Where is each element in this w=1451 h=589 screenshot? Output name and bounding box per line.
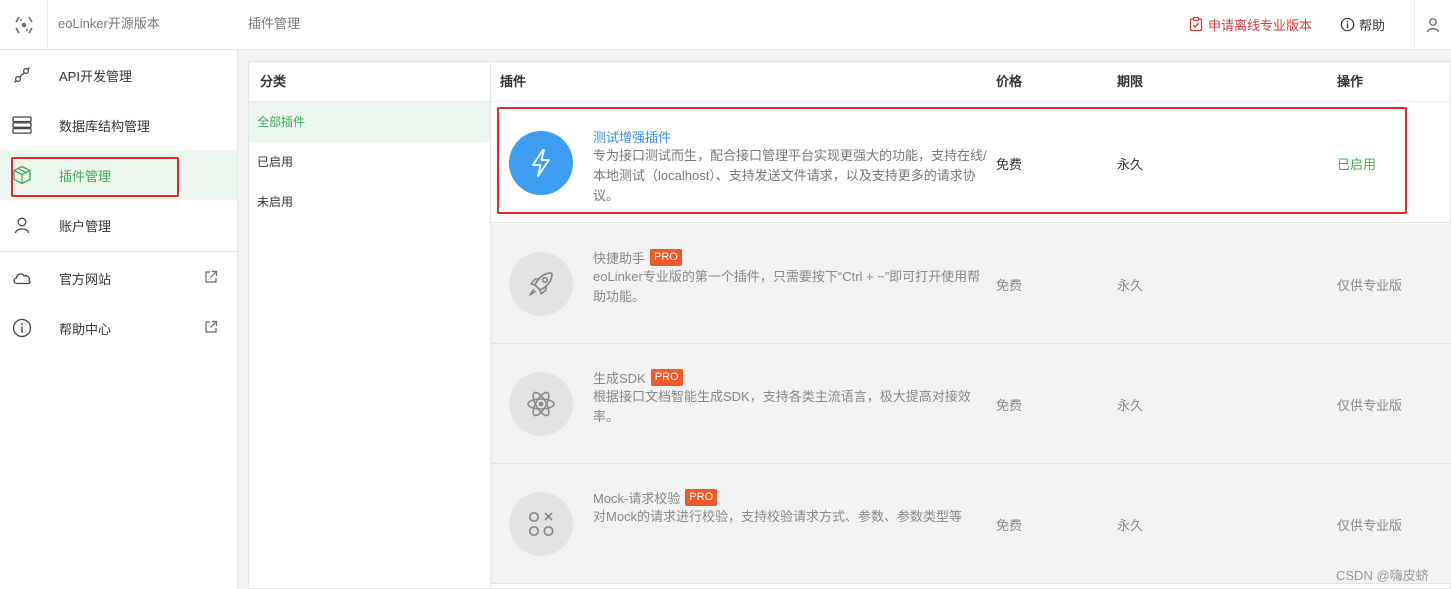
- plugin-term: 永久: [1117, 278, 1144, 293]
- sidebar-item-plugins[interactable]: 插件管理: [0, 150, 237, 200]
- user-icon: [12, 215, 32, 235]
- plugin-name[interactable]: 快捷助手 PRO: [593, 248, 682, 267]
- plugin-term: 永久: [1117, 398, 1144, 413]
- table-row: 生成SDK PRO 根据接口文档智能生成SDK，支持各类主流语言，极大提高对接效…: [491, 344, 1451, 464]
- plugin-description: 专为接口测试而生，配合接口管理平台实现更强大的功能，支持在线/本地测试（loca…: [593, 148, 987, 203]
- sidebar-link-official-site[interactable]: 官方网站: [0, 253, 237, 303]
- sidebar-item-label: 插件管理: [59, 168, 112, 184]
- column-header-term: 期限: [1117, 74, 1144, 89]
- user-icon: [1426, 18, 1440, 33]
- column-header-price: 价格: [996, 74, 1023, 89]
- column-header-plugin: 插件: [500, 74, 527, 89]
- table-row: Mock-请求校验 PRO 对Mock的请求进行校验，支持校验请求方式、参数、参…: [491, 464, 1451, 584]
- cloud-icon: [12, 268, 32, 288]
- apply-offline-pro-link[interactable]: 申请离线专业版本: [1188, 0, 1312, 48]
- sidebar-link-help-center[interactable]: 帮助中心: [0, 303, 237, 353]
- sidebar-item-label: 数据库结构管理: [59, 118, 151, 134]
- info-icon: [1340, 17, 1355, 31]
- plugin-name[interactable]: Mock-请求校验 PRO: [593, 488, 718, 507]
- table-row: 测试增强插件 专为接口测试而生，配合接口管理平台实现更强大的功能，支持在线/本地…: [491, 103, 1451, 223]
- external-link-icon: [204, 270, 218, 287]
- sidebar: API开发管理 数据库结构管理 插件管理 账户管理 官方网站 帮助中心: [0, 50, 238, 589]
- plugin-description: 对Mock的请求进行校验，支持校验请求方式、参数、参数类型等: [593, 509, 963, 524]
- sidebar-item-api-dev[interactable]: API开发管理: [0, 50, 237, 100]
- atom-icon: [509, 372, 573, 436]
- sidebar-link-label: 官方网站: [59, 271, 112, 287]
- external-link-icon: [204, 320, 218, 337]
- logo[interactable]: [0, 0, 48, 50]
- plugin-term: 永久: [1117, 157, 1144, 172]
- plugin-cube-icon: [12, 165, 32, 185]
- watermark: CSDN @嗨皮蛴: [1336, 568, 1429, 583]
- grid-check-icon: [509, 492, 573, 556]
- api-link-icon: [12, 65, 32, 85]
- sidebar-divider: [0, 251, 237, 252]
- table-header: 插件 价格 期限 操作: [491, 62, 1450, 102]
- help-link[interactable]: 帮助: [1340, 0, 1385, 48]
- category-enabled[interactable]: 已启用: [249, 142, 490, 182]
- plugin-description: 根据接口文档智能生成SDK，支持各类主流语言，极大提高对接效率。: [593, 389, 971, 424]
- plugin-price: 免费: [996, 518, 1023, 533]
- apply-offline-pro-label: 申请离线专业版本: [1208, 17, 1313, 33]
- plugin-table: 插件 价格 期限 操作 测试增强插件 专为接口测试而生，配合接口管理平台实现更强…: [490, 61, 1451, 589]
- page-title: 插件管理: [248, 16, 301, 31]
- table-row: 快捷助手 PRO eoLinker专业版的第一个插件，只需要按下“Ctrl + …: [491, 224, 1451, 344]
- column-header-action: 操作: [1337, 74, 1364, 89]
- pro-badge: PRO: [685, 489, 718, 506]
- sidebar-item-label: 账户管理: [59, 218, 112, 234]
- eolinker-logo-icon: [14, 16, 33, 34]
- plugin-status-action: 仅供专业版: [1337, 278, 1403, 293]
- database-icon: [12, 115, 32, 135]
- clipboard-check-icon: [1189, 16, 1203, 32]
- sidebar-item-account[interactable]: 账户管理: [0, 200, 237, 250]
- info-icon: [12, 318, 32, 338]
- app-name: eoLinker开源版本: [58, 16, 160, 31]
- sidebar-link-label: 帮助中心: [59, 321, 112, 337]
- category-all[interactable]: 全部插件: [249, 102, 490, 142]
- category-disabled[interactable]: 未启用: [249, 182, 490, 222]
- help-label: 帮助: [1359, 17, 1386, 33]
- lightning-icon: [509, 131, 573, 195]
- plugin-status-action[interactable]: 已启用: [1337, 154, 1376, 173]
- sidebar-item-database[interactable]: 数据库结构管理: [0, 100, 237, 150]
- plugin-description: eoLinker专业版的第一个插件，只需要按下“Ctrl + ~”即可打开使用帮…: [593, 269, 981, 304]
- rocket-icon: [509, 252, 573, 316]
- plugin-status-action: 仅供专业版: [1337, 398, 1403, 413]
- category-panel: 分类 全部插件 已启用 未启用: [248, 61, 490, 589]
- pro-badge: PRO: [650, 369, 683, 386]
- plugin-price: 免费: [996, 157, 1023, 172]
- plugin-price: 免费: [996, 398, 1023, 413]
- plugin-name[interactable]: 测试增强插件: [593, 127, 671, 146]
- top-header: eoLinker开源版本 插件管理 申请离线专业版本 帮助: [0, 0, 1451, 50]
- sidebar-item-label: API开发管理: [59, 68, 132, 84]
- plugin-price: 免费: [996, 278, 1023, 293]
- plugin-status-action: 仅供专业版: [1337, 518, 1403, 533]
- plugin-term: 永久: [1117, 518, 1144, 533]
- pro-badge: PRO: [650, 249, 682, 266]
- category-header: 分类: [249, 62, 490, 102]
- plugin-name[interactable]: 生成SDK PRO: [593, 368, 683, 387]
- user-menu-button[interactable]: [1414, 0, 1451, 50]
